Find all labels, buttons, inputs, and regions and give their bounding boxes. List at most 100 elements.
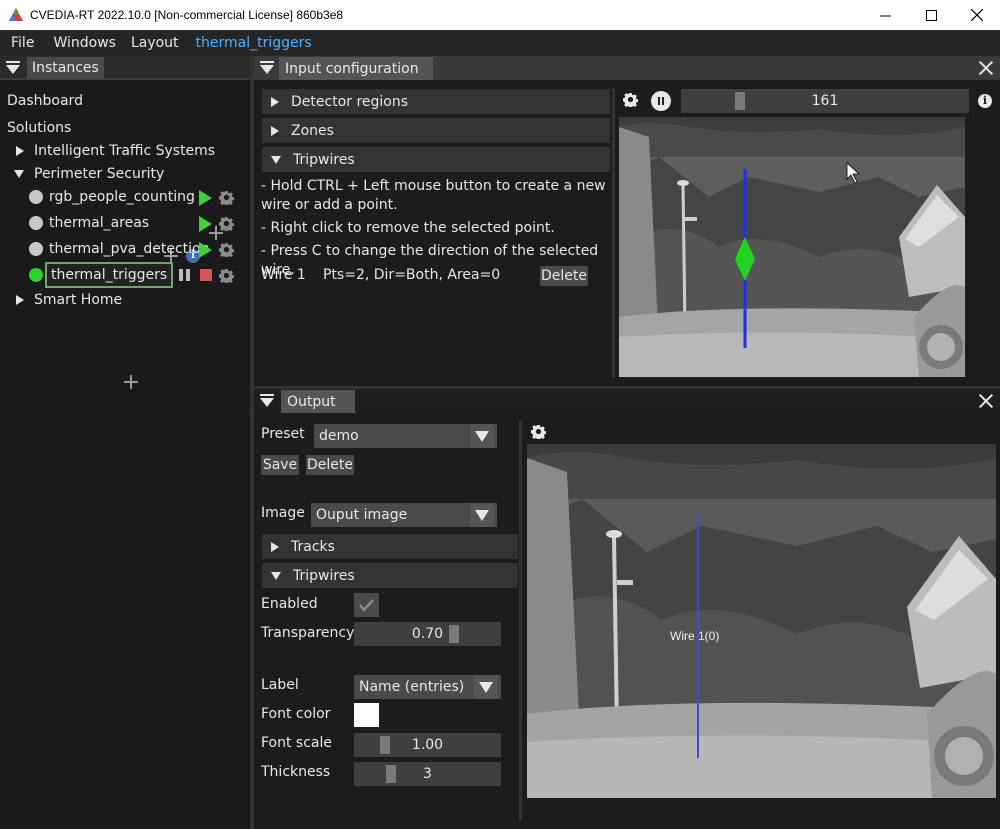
delete-wire-button[interactable]: Delete xyxy=(540,266,588,286)
dashboard-item[interactable]: Dashboard xyxy=(7,90,83,112)
input-video-preview[interactable] xyxy=(619,117,965,377)
slider-handle[interactable] xyxy=(449,625,459,643)
gear-icon[interactable] xyxy=(623,92,638,107)
solution-label: Smart Home xyxy=(34,292,123,308)
output-video-preview[interactable]: Wire 1(0) xyxy=(527,444,996,798)
maximize-button[interactable] xyxy=(908,0,954,30)
expand-arrow-icon[interactable] xyxy=(16,295,24,305)
close-icon[interactable] xyxy=(979,61,993,75)
label-value: Name (entries) xyxy=(359,679,465,695)
panel-splitter[interactable] xyxy=(612,88,615,378)
pause-playback-button[interactable] xyxy=(651,91,671,111)
stop-icon[interactable] xyxy=(200,269,212,281)
transparency-slider[interactable]: 0.70 xyxy=(354,622,501,646)
panel-menu-icon[interactable] xyxy=(6,61,20,75)
slider-handle[interactable] xyxy=(386,765,396,783)
instance-rgb-people-counting[interactable]: rgb_people_counting xyxy=(49,186,195,208)
section-tracks[interactable]: Tracks xyxy=(262,534,518,559)
panel-splitter[interactable] xyxy=(519,421,522,821)
section-zones[interactable]: Zones xyxy=(262,118,610,143)
maximize-icon xyxy=(925,9,937,21)
section-label: Tracks xyxy=(291,538,335,555)
solution-label: Intelligent Traffic Systems xyxy=(34,143,216,159)
frame-slider[interactable]: 161 xyxy=(681,89,969,113)
tab-instances[interactable]: Instances xyxy=(27,57,104,79)
solution-smart-home[interactable]: Smart Home xyxy=(16,289,122,311)
solution-perimeter-security[interactable]: Perimeter Security xyxy=(14,163,164,185)
gear-icon[interactable] xyxy=(219,268,234,283)
transparency-value: 0.70 xyxy=(411,626,444,642)
menu-active-instance[interactable]: thermal_triggers xyxy=(185,35,312,51)
play-icon[interactable] xyxy=(199,190,212,206)
gear-icon[interactable] xyxy=(219,242,234,257)
section-output-tripwires[interactable]: Tripwires xyxy=(262,563,518,588)
instance-thermal-pva-detection[interactable]: thermal_pva_detection xyxy=(49,238,209,260)
enabled-label: Enabled xyxy=(261,596,318,612)
solution-intelligent-traffic[interactable]: Intelligent Traffic Systems xyxy=(16,140,215,162)
add-instance-icon[interactable] xyxy=(124,375,138,389)
font-scale-label: Font scale xyxy=(261,735,333,751)
panel-menu-icon[interactable] xyxy=(260,394,274,408)
section-tripwires[interactable]: Tripwires xyxy=(262,147,610,172)
section-label: Zones xyxy=(291,122,334,139)
gear-icon[interactable] xyxy=(219,190,234,205)
instance-thermal-areas[interactable]: thermal_areas xyxy=(49,212,149,234)
status-dot-icon xyxy=(29,190,43,204)
label-label: Label xyxy=(261,677,299,693)
expand-arrow-icon xyxy=(271,541,279,552)
font-color-label: Font color xyxy=(261,706,331,722)
slider-handle[interactable] xyxy=(380,736,390,754)
font-color-swatch[interactable] xyxy=(354,703,379,727)
label-select[interactable]: Name (entries) xyxy=(354,675,501,699)
close-window-button[interactable] xyxy=(954,0,1000,30)
slider-handle[interactable] xyxy=(735,92,745,110)
expand-arrow-icon xyxy=(271,96,279,107)
section-detector-regions[interactable]: Detector regions xyxy=(262,89,610,114)
section-label: Detector regions xyxy=(291,93,409,110)
menu-windows[interactable]: Windows xyxy=(42,35,116,51)
menu-file[interactable]: File xyxy=(0,35,34,51)
menu-bar: File Windows Layout thermal_triggers xyxy=(0,30,1000,56)
gear-icon[interactable] xyxy=(219,216,234,231)
minimize-button[interactable] xyxy=(862,0,908,30)
pause-icon[interactable] xyxy=(179,269,191,281)
pause-icon xyxy=(658,97,664,105)
chevron-down-icon xyxy=(470,503,494,527)
app-logo-icon xyxy=(9,8,23,21)
status-dot-icon xyxy=(29,216,43,230)
image-label: Image xyxy=(261,505,305,521)
font-scale-slider[interactable]: 1.00 xyxy=(354,733,501,757)
wire-overlay-label: Wire 1(0) xyxy=(670,629,720,643)
panel-menu-icon[interactable] xyxy=(260,61,274,75)
thickness-slider[interactable]: 3 xyxy=(354,762,501,786)
preset-select[interactable]: demo xyxy=(314,424,497,448)
play-icon[interactable] xyxy=(199,242,212,258)
font-scale-value: 1.00 xyxy=(411,737,444,753)
wire-details: Pts=2, Dir=Both, Area=0 xyxy=(323,267,501,283)
expand-arrow-icon xyxy=(271,125,279,136)
instruction-line: - Right click to remove the selected poi… xyxy=(261,220,555,236)
enabled-checkbox[interactable] xyxy=(354,593,379,617)
section-label: Tripwires xyxy=(293,567,355,584)
image-select[interactable]: Ouput image xyxy=(311,503,497,527)
status-dot-icon xyxy=(29,242,43,256)
expand-arrow-icon[interactable] xyxy=(16,146,24,156)
status-dot-running-icon xyxy=(29,268,43,282)
chevron-down-icon xyxy=(474,675,498,699)
gear-icon[interactable] xyxy=(531,424,546,439)
instance-thermal-triggers[interactable]: thermal_triggers xyxy=(45,262,174,288)
close-icon[interactable] xyxy=(979,394,993,408)
preset-label: Preset xyxy=(261,426,305,442)
solutions-heading: Solutions xyxy=(7,120,72,136)
solution-label: Perimeter Security xyxy=(34,166,165,182)
collapse-arrow-icon[interactable] xyxy=(14,170,24,178)
play-icon[interactable] xyxy=(199,216,212,232)
save-button[interactable]: Save xyxy=(261,455,299,475)
delete-preset-button[interactable]: Delete xyxy=(306,455,354,475)
info-icon[interactable]: i xyxy=(978,94,992,108)
tab-output[interactable]: Output xyxy=(281,390,355,413)
menu-layout[interactable]: Layout xyxy=(120,35,179,51)
tab-input-configuration[interactable]: Input configuration xyxy=(279,57,433,80)
close-icon xyxy=(971,9,983,21)
image-value: Ouput image xyxy=(316,507,408,523)
